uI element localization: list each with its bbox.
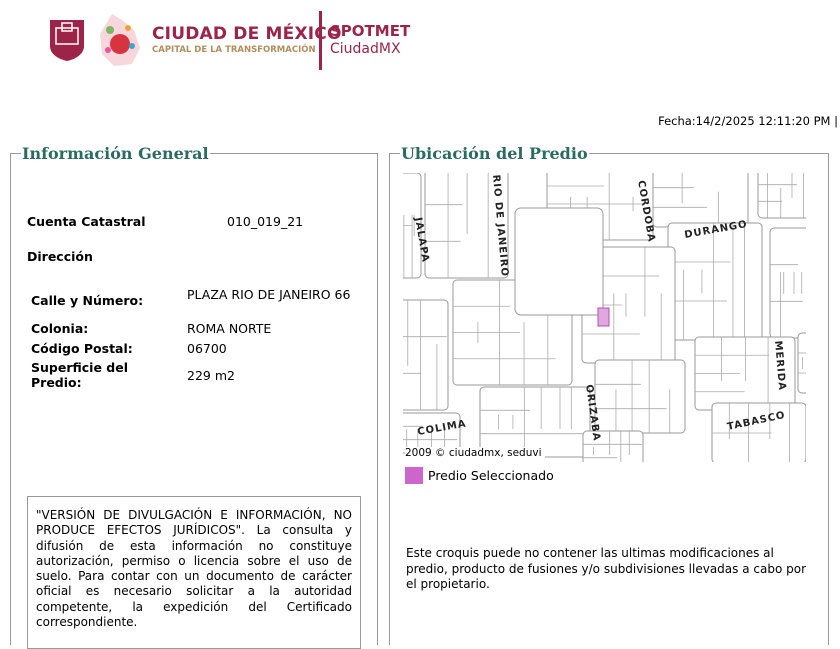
- cuenta-value: 010_019_21: [227, 214, 304, 229]
- direccion-label: Dirección: [27, 249, 93, 264]
- cuenta-label: Cuenta Catastral: [27, 214, 146, 229]
- map-copyright: 2009 © ciudadmx, seduvi: [405, 447, 545, 459]
- map-legend-label: Predio Seleccionado: [428, 468, 554, 483]
- map-note: Este croquis puede no contener las ultim…: [406, 546, 807, 591]
- selected-parcel[interactable]: [597, 307, 610, 327]
- map-block: [667, 222, 763, 341]
- selected-parcel-swatch: [405, 467, 423, 484]
- plaza-block: [514, 207, 604, 316]
- map-block: [769, 227, 806, 339]
- general-info-legend: Información General: [22, 144, 209, 163]
- map-block: [652, 173, 749, 228]
- cdmx-heart-logo: [98, 12, 142, 68]
- location-legend: Ubicación del Predio: [401, 144, 588, 163]
- app-name: SPOTMET: [330, 22, 411, 40]
- calle-value: PLAZA RIO DE JANEIRO 66: [187, 287, 351, 302]
- colonia-label: Colonia:: [31, 321, 89, 336]
- cdmx-shield-logo: [48, 18, 86, 62]
- cp-label: Código Postal:: [31, 341, 133, 356]
- disclaimer-box: "VERSIÓN DE DIVULGACIÓN E INFORMACIÓN, N…: [27, 496, 361, 649]
- logo-title: CIUDAD DE MÉXICO: [152, 24, 342, 44]
- logo-subtitle: CAPITAL DE LA TRANSFORMACIÓN: [152, 45, 316, 55]
- parcel-map[interactable]: RIO DE JANEIRO JALAPA CORDOBA DURANGO MERIDA…: [403, 173, 806, 462]
- superficie-value: 229 m2: [187, 368, 235, 383]
- superficie-label: Superficie del Predio:: [31, 360, 128, 390]
- map-block: [757, 173, 806, 219]
- date-stamp: Fecha:14/2/2025 12:11:20 PM |: [658, 114, 838, 128]
- map-block: [403, 299, 449, 411]
- logo-divider: [319, 11, 322, 70]
- calle-label: Calle y Número:: [31, 293, 144, 308]
- map-block: [711, 402, 806, 462]
- colonia-value: ROMA NORTE: [187, 321, 272, 336]
- cp-value: 06700: [187, 341, 227, 356]
- map-block: [594, 359, 686, 434]
- app-subname: CiudadMX: [330, 41, 401, 57]
- map-block: [797, 332, 806, 394]
